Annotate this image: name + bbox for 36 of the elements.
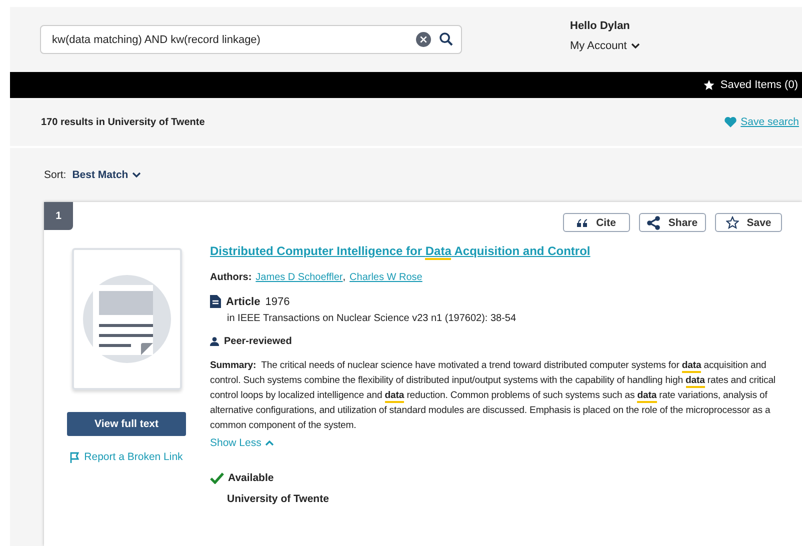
check-icon	[210, 472, 224, 484]
flag-icon	[70, 452, 80, 462]
availability-status: Available	[228, 472, 274, 484]
chevron-down-icon	[132, 172, 142, 178]
star-icon	[726, 216, 739, 229]
format-label: Article	[226, 296, 260, 308]
heart-icon	[724, 116, 737, 128]
clear-icon[interactable]	[416, 32, 431, 47]
peer-reviewed-text: Peer-reviewed	[224, 336, 292, 347]
greeting-text: Hello Dylan	[570, 20, 631, 32]
authors-label: Authors:	[210, 272, 252, 283]
person-icon	[210, 337, 219, 346]
account-menu[interactable]: My Account	[570, 40, 627, 52]
save-button[interactable]: Save	[715, 213, 782, 232]
cite-button[interactable]: Cite	[563, 213, 630, 232]
chevron-down-icon	[630, 43, 640, 49]
library-name: University of Twente	[226, 493, 330, 505]
results-count: 170 results in University of Twente	[41, 116, 205, 128]
view-full-text-button[interactable]: View full text	[67, 412, 186, 436]
search-field[interactable]: kw(data matching) AND kw(record linkage)	[40, 25, 462, 54]
sort-label: Sort:	[44, 169, 66, 181]
search-icon[interactable]	[439, 32, 453, 46]
share-icon	[647, 216, 660, 230]
year-text: 1976	[265, 296, 290, 308]
sort-dropdown[interactable]: Best Match	[72, 169, 128, 181]
source-text: in IEEE Transactions on Nuclear Science v23 n1 (197602): 38-54	[226, 313, 518, 324]
chevron-up-icon	[265, 440, 274, 446]
document-icon	[80, 273, 172, 365]
share-button[interactable]: Share	[639, 213, 706, 232]
result-number: 1	[44, 202, 73, 230]
document-icon	[210, 295, 221, 308]
author-separator: ,	[342, 272, 346, 283]
saved-items-link[interactable]: Saved Items (0)	[720, 79, 798, 91]
quote-icon	[577, 218, 588, 226]
summary-text: Summary: The critical needs of nuclear science have motivated a trend toward distributed computer systems for data acquisition and control. Such systems combine the flexibility of distributed input/output systems with the capability of handling high data rates and critical control loops by localized intelligence and data reduction. Common problems of such systems such as data rate variations, analysis of alternative configurations, and utilization of standard modules are discussed. Emphasis is placed on the role of the microprocessor as a common component of the system.	[210, 359, 776, 433]
star-icon	[703, 79, 716, 91]
